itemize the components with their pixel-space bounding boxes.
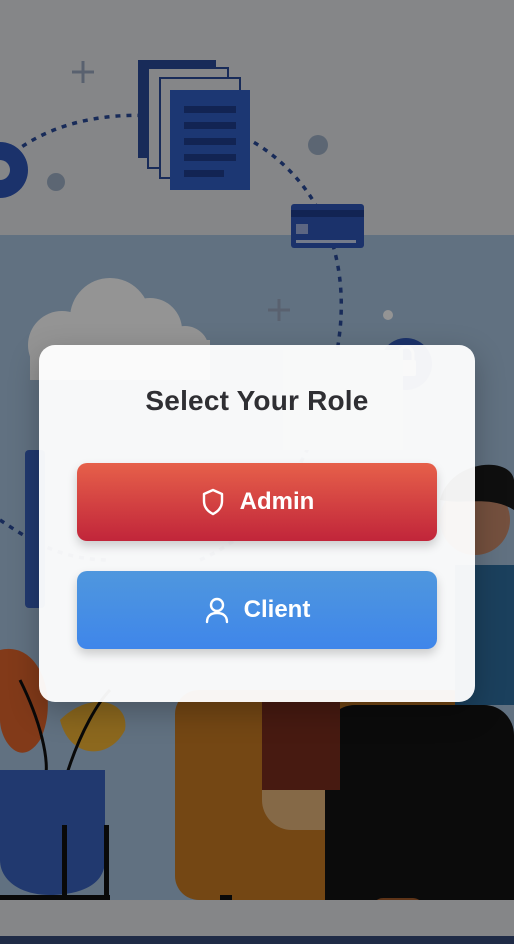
admin-button-label: Admin — [239, 488, 315, 515]
shield-icon — [200, 488, 226, 516]
role-select-dialog: Select Your Role Admin Client — [39, 345, 475, 702]
admin-role-button[interactable]: Admin — [77, 463, 437, 541]
client-button-label: Client — [243, 596, 311, 623]
client-role-button[interactable]: Client — [77, 571, 437, 649]
role-select-screen: Select Your Role Admin Client — [0, 0, 514, 944]
bottom-bar — [0, 936, 514, 944]
user-icon — [204, 596, 230, 624]
dialog-title: Select Your Role — [145, 385, 369, 416]
